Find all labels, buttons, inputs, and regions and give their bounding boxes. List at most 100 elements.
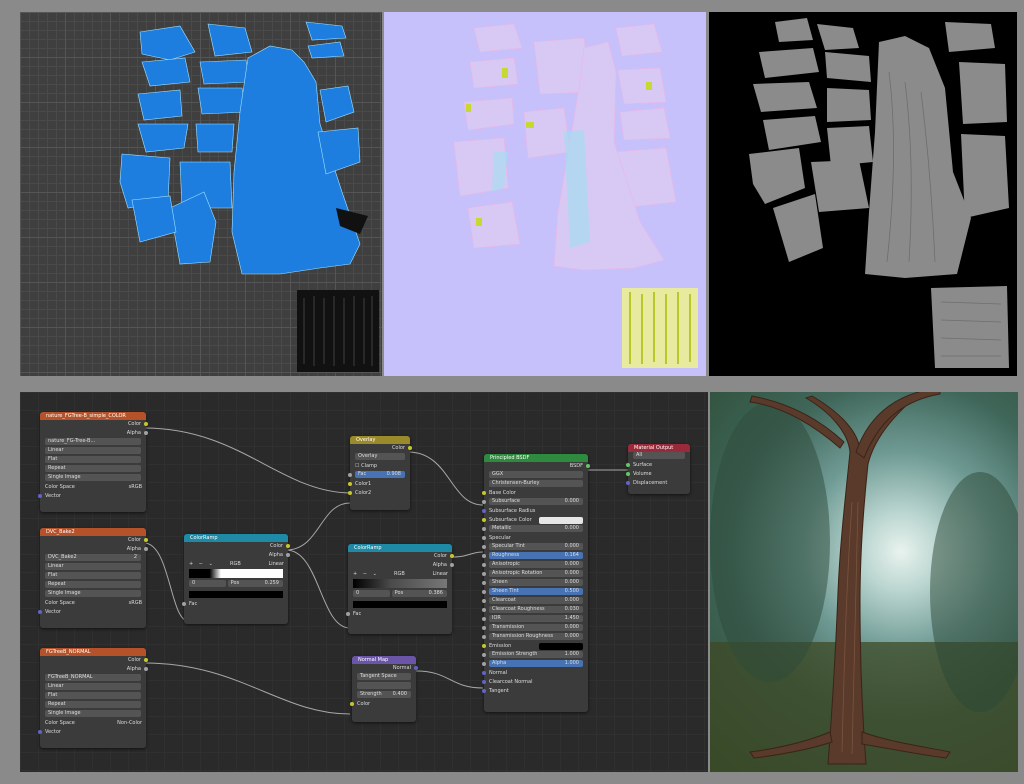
source-field[interactable]: Single Image — [45, 590, 141, 597]
bsdf-param-row[interactable]: Anisotropic 0.000 — [482, 561, 588, 570]
extension-select[interactable]: Repeat — [40, 701, 146, 710]
add-stop-icon[interactable]: + — [189, 561, 193, 567]
param-value-field[interactable]: Alpha 1.000 — [489, 660, 583, 667]
ramp-mode-select[interactable]: RGB — [230, 560, 241, 569]
param-input-socket[interactable] — [482, 491, 486, 495]
param-input-socket[interactable] — [482, 671, 486, 675]
ramp-stop-index[interactable]: 0 — [189, 580, 226, 587]
param-input-socket[interactable] — [482, 527, 486, 531]
interpolation-select[interactable]: Linear — [40, 563, 146, 572]
param-input-socket[interactable] — [482, 545, 486, 549]
param-input-socket[interactable] — [482, 500, 486, 504]
interpolation-field[interactable]: Linear — [45, 447, 141, 454]
clamp-checkbox[interactable]: ☐ Clamp — [350, 462, 410, 471]
bsdf-param-row[interactable]: Clearcoat 0.000 — [482, 597, 588, 606]
extension-select[interactable]: Repeat — [40, 581, 146, 590]
param-value-field[interactable]: Anisotropic 0.000 — [489, 561, 583, 568]
image-selector[interactable]: FGTreeB_NORMAL — [40, 674, 146, 683]
param-value-field[interactable]: Clearcoat Roughness 0.030 — [489, 606, 583, 613]
blend-mode-field[interactable]: Overlay — [355, 453, 405, 460]
bsdf-param-row[interactable]: Specular Tint 0.000 — [482, 543, 588, 552]
add-stop-icon[interactable]: + — [353, 571, 357, 577]
bsdf-param-row[interactable]: Subsurface Color — [482, 516, 588, 525]
color2-input-socket[interactable] — [348, 491, 352, 495]
alpha-output-socket[interactable] — [144, 547, 148, 551]
param-value-field[interactable]: Subsurface 0.000 — [489, 498, 583, 505]
ramp-interp-select[interactable]: Linear — [432, 570, 448, 579]
bsdf-param-row[interactable]: Roughness 0.164 — [482, 552, 588, 561]
subsurface-method-field[interactable]: Christensen-Burley — [489, 480, 583, 487]
param-input-socket[interactable] — [482, 590, 486, 594]
param-value-field[interactable]: Clearcoat 0.000 — [489, 597, 583, 604]
distribution-field[interactable]: GGX — [489, 471, 583, 478]
ramp-gradient[interactable] — [353, 579, 447, 588]
param-value-field[interactable]: Anisotropic Rotation 0.000 — [489, 570, 583, 577]
distribution-select[interactable]: GGX — [484, 471, 588, 480]
image-name-field[interactable]: nature_FG-Tree-B... — [45, 438, 141, 445]
param-value-field[interactable]: Transmission 0.000 — [489, 624, 583, 631]
fac-input-socket[interactable] — [182, 602, 186, 606]
mix-overlay-node[interactable]: Overlay Color Overlay ☐ Clamp Fac 0.908 C… — [348, 436, 412, 510]
ramp-pos-field[interactable]: Pos 0.259 — [227, 580, 283, 587]
blend-mode-select[interactable]: Overlay — [350, 453, 410, 462]
projection-field[interactable]: Flat — [45, 572, 141, 579]
bsdf-param-row[interactable]: Metallic 0.000 — [482, 525, 588, 534]
param-input-socket[interactable] — [482, 554, 486, 558]
checkbox-icon[interactable]: ☐ — [355, 463, 359, 469]
chevron-down-icon[interactable]: ⌄ — [373, 571, 377, 577]
remove-stop-icon[interactable]: − — [199, 561, 203, 567]
volume-input-socket[interactable] — [626, 472, 630, 476]
bsdf-param-row[interactable]: Clearcoat Roughness 0.030 — [482, 606, 588, 615]
fac-field[interactable]: Fac 0.908 — [355, 471, 405, 478]
param-value-field[interactable]: Sheen Tint 0.500 — [489, 588, 583, 595]
target-select[interactable]: All — [628, 452, 690, 461]
bsdf-output-socket[interactable] — [586, 464, 590, 468]
alpha-output-socket[interactable] — [286, 553, 290, 557]
color-input-socket[interactable] — [350, 702, 354, 706]
remove-stop-icon[interactable]: − — [363, 571, 367, 577]
param-input-socket[interactable] — [482, 563, 486, 567]
interpolation-select[interactable]: Linear — [40, 683, 146, 692]
bsdf-param-row[interactable]: Emission Strength 1.000 — [482, 651, 588, 660]
param-value-field[interactable]: Emission Strength 1.000 — [489, 651, 583, 658]
principled-bsdf-node[interactable]: Principled BSDF BSDF GGX Christensen-Bur… — [482, 454, 590, 712]
image-texture-node-bake[interactable]: DVC_Bake2 Color Alpha DVC_Bake2 2 Linear … — [38, 528, 148, 628]
color-space-select[interactable]: sRGB — [129, 599, 142, 608]
bsdf-param-row[interactable]: Transmission 0.000 — [482, 624, 588, 633]
alpha-output-socket[interactable] — [144, 431, 148, 435]
image-name-field[interactable]: FGTreeB_NORMAL — [45, 674, 141, 681]
color-output-socket[interactable] — [408, 446, 412, 450]
source-select[interactable]: Single Image — [40, 474, 146, 483]
uv-map-field[interactable] — [357, 682, 411, 689]
param-value-field[interactable]: Roughness 0.164 — [489, 552, 583, 559]
param-color-swatch[interactable] — [539, 517, 583, 524]
image-name-field[interactable]: DVC_Bake2 2 — [45, 554, 141, 561]
normal-output-socket[interactable] — [414, 666, 418, 670]
image-selector[interactable]: DVC_Bake2 2 — [40, 554, 146, 563]
bsdf-param-row[interactable]: Anisotropic Rotation 0.000 — [482, 570, 588, 579]
colorramp-node-2[interactable]: ColorRamp Color Alpha + − ⌄ RGB Linear 0… — [346, 544, 454, 634]
strength-field[interactable]: Strength 0.400 — [357, 691, 411, 698]
source-field[interactable]: Single Image — [45, 474, 141, 481]
interpolation-field[interactable]: Linear — [45, 683, 141, 690]
ramp-stop-index[interactable]: 0 — [353, 590, 390, 597]
color-space-select[interactable]: Non-Color — [117, 719, 142, 728]
space-select[interactable]: Tangent Space — [352, 673, 416, 682]
param-value-field[interactable]: Metallic 0.000 — [489, 525, 583, 532]
displacement-input-socket[interactable] — [626, 481, 630, 485]
bsdf-param-row[interactable]: Subsurface Radius — [482, 507, 588, 516]
param-input-socket[interactable] — [482, 662, 486, 666]
param-input-socket[interactable] — [482, 518, 486, 522]
target-field[interactable]: All — [633, 452, 685, 459]
chevron-down-icon[interactable]: ⌄ — [209, 561, 213, 567]
param-input-socket[interactable] — [482, 689, 486, 693]
bsdf-param-row[interactable]: IOR 1.450 — [482, 615, 588, 624]
extension-field[interactable]: Repeat — [45, 701, 141, 708]
ramp-gradient[interactable] — [189, 569, 283, 578]
color-output-socket[interactable] — [286, 544, 290, 548]
param-value-field[interactable]: Sheen 0.000 — [489, 579, 583, 586]
image-texture-node-normal[interactable]: FGTreeB_NORMAL Color Alpha FGTreeB_NORMA… — [38, 648, 148, 748]
interpolation-field[interactable]: Linear — [45, 563, 141, 570]
source-field[interactable]: Single Image — [45, 710, 141, 717]
param-input-socket[interactable] — [482, 599, 486, 603]
